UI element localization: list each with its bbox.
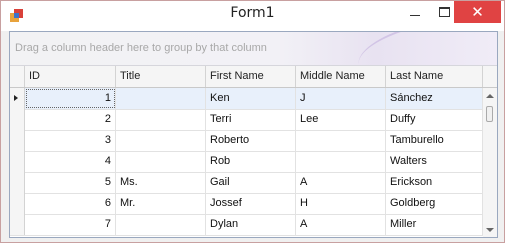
cell-middle-name[interactable]: J	[296, 88, 386, 109]
table-row[interactable]: 2 Terri Lee Duffy	[10, 109, 483, 131]
app-window: Form1 ✕ Drag a column header here to gro…	[0, 0, 505, 243]
cell-title[interactable]: Mr.	[116, 193, 206, 214]
vertical-scrollbar[interactable]	[483, 88, 497, 237]
cell-id[interactable]: 6	[25, 193, 116, 214]
row-indicator[interactable]	[10, 130, 25, 151]
cell-middle-name[interactable]: Lee	[296, 109, 386, 130]
cell-id[interactable]: 2	[25, 109, 116, 130]
cell-last-name[interactable]: Miller	[386, 214, 483, 235]
cell-id[interactable]: 3	[25, 130, 116, 151]
cell-middle-name[interactable]: A	[296, 214, 386, 235]
group-panel[interactable]: Drag a column header here to group by th…	[10, 32, 497, 87]
current-row-arrow-icon	[14, 95, 18, 101]
table-row[interactable]: 6 Mr. Jossef H Goldberg	[10, 193, 483, 215]
cell-first-name[interactable]: Gail	[206, 172, 296, 193]
data-grid[interactable]: Drag a column header here to group by th…	[9, 31, 498, 238]
cell-first-name[interactable]: Roberto	[206, 130, 296, 151]
column-header-row: ID Title First Name Middle Name Last Nam…	[10, 66, 497, 88]
cell-last-name[interactable]: Goldberg	[386, 193, 483, 214]
header-filler	[483, 66, 497, 87]
row-indicator[interactable]	[10, 88, 25, 109]
table-row[interactable]: 7 Dylan A Miller	[10, 214, 483, 236]
row-indicator[interactable]	[10, 109, 25, 130]
column-header-title[interactable]: Title	[116, 66, 206, 87]
title-bar[interactable]: Form1 ✕	[1, 1, 504, 31]
scroll-thumb[interactable]	[486, 106, 493, 122]
row-indicator[interactable]	[10, 214, 25, 235]
cell-first-name[interactable]: Jossef	[206, 193, 296, 214]
cell-title[interactable]	[116, 109, 206, 130]
cell-title[interactable]	[116, 88, 206, 109]
cell-last-name[interactable]: Erickson	[386, 172, 483, 193]
table-row[interactable]: 3 Roberto Tamburello	[10, 130, 483, 152]
cell-last-name[interactable]: Sánchez	[386, 88, 483, 109]
header-corner	[10, 66, 25, 87]
row-indicator[interactable]	[10, 193, 25, 214]
group-panel-hint: Drag a column header here to group by th…	[15, 42, 267, 54]
cell-id[interactable]: 7	[25, 214, 116, 235]
cell-first-name[interactable]: Rob	[206, 151, 296, 172]
row-indicator[interactable]	[10, 172, 25, 193]
close-icon: ✕	[471, 3, 484, 21]
cell-middle-name[interactable]	[296, 151, 386, 172]
row-indicator[interactable]	[10, 151, 25, 172]
cell-middle-name[interactable]: A	[296, 172, 386, 193]
cell-title[interactable]	[116, 130, 206, 151]
cell-id[interactable]: 1	[25, 88, 116, 109]
cell-first-name[interactable]: Terri	[206, 109, 296, 130]
cell-title[interactable]: Ms.	[116, 172, 206, 193]
cell-middle-name[interactable]: H	[296, 193, 386, 214]
cell-middle-name[interactable]	[296, 130, 386, 151]
minimize-button[interactable]	[399, 1, 430, 23]
cell-id[interactable]: 4	[25, 151, 116, 172]
scroll-up-arrow-icon[interactable]	[486, 94, 494, 98]
cell-title[interactable]	[116, 151, 206, 172]
close-button[interactable]: ✕	[454, 1, 501, 23]
table-row[interactable]: 1 Ken J Sánchez	[10, 88, 483, 110]
maximize-icon	[439, 7, 450, 17]
cell-title[interactable]	[116, 214, 206, 235]
scroll-down-arrow-icon[interactable]	[486, 228, 494, 232]
cell-id[interactable]: 5	[25, 172, 116, 193]
column-header-middle-name[interactable]: Middle Name	[296, 66, 386, 87]
cell-last-name[interactable]: Duffy	[386, 109, 483, 130]
cell-first-name[interactable]: Dylan	[206, 214, 296, 235]
table-row[interactable]: 5 Ms. Gail A Erickson	[10, 172, 483, 194]
cell-first-name[interactable]: Ken	[206, 88, 296, 109]
column-header-id[interactable]: ID	[25, 66, 116, 87]
column-header-last-name[interactable]: Last Name	[386, 66, 483, 87]
minimize-icon	[409, 14, 420, 16]
table-row[interactable]: 4 Rob Walters	[10, 151, 483, 173]
column-header-first-name[interactable]: First Name	[206, 66, 296, 87]
cell-last-name[interactable]: Tamburello	[386, 130, 483, 151]
cell-last-name[interactable]: Walters	[386, 151, 483, 172]
